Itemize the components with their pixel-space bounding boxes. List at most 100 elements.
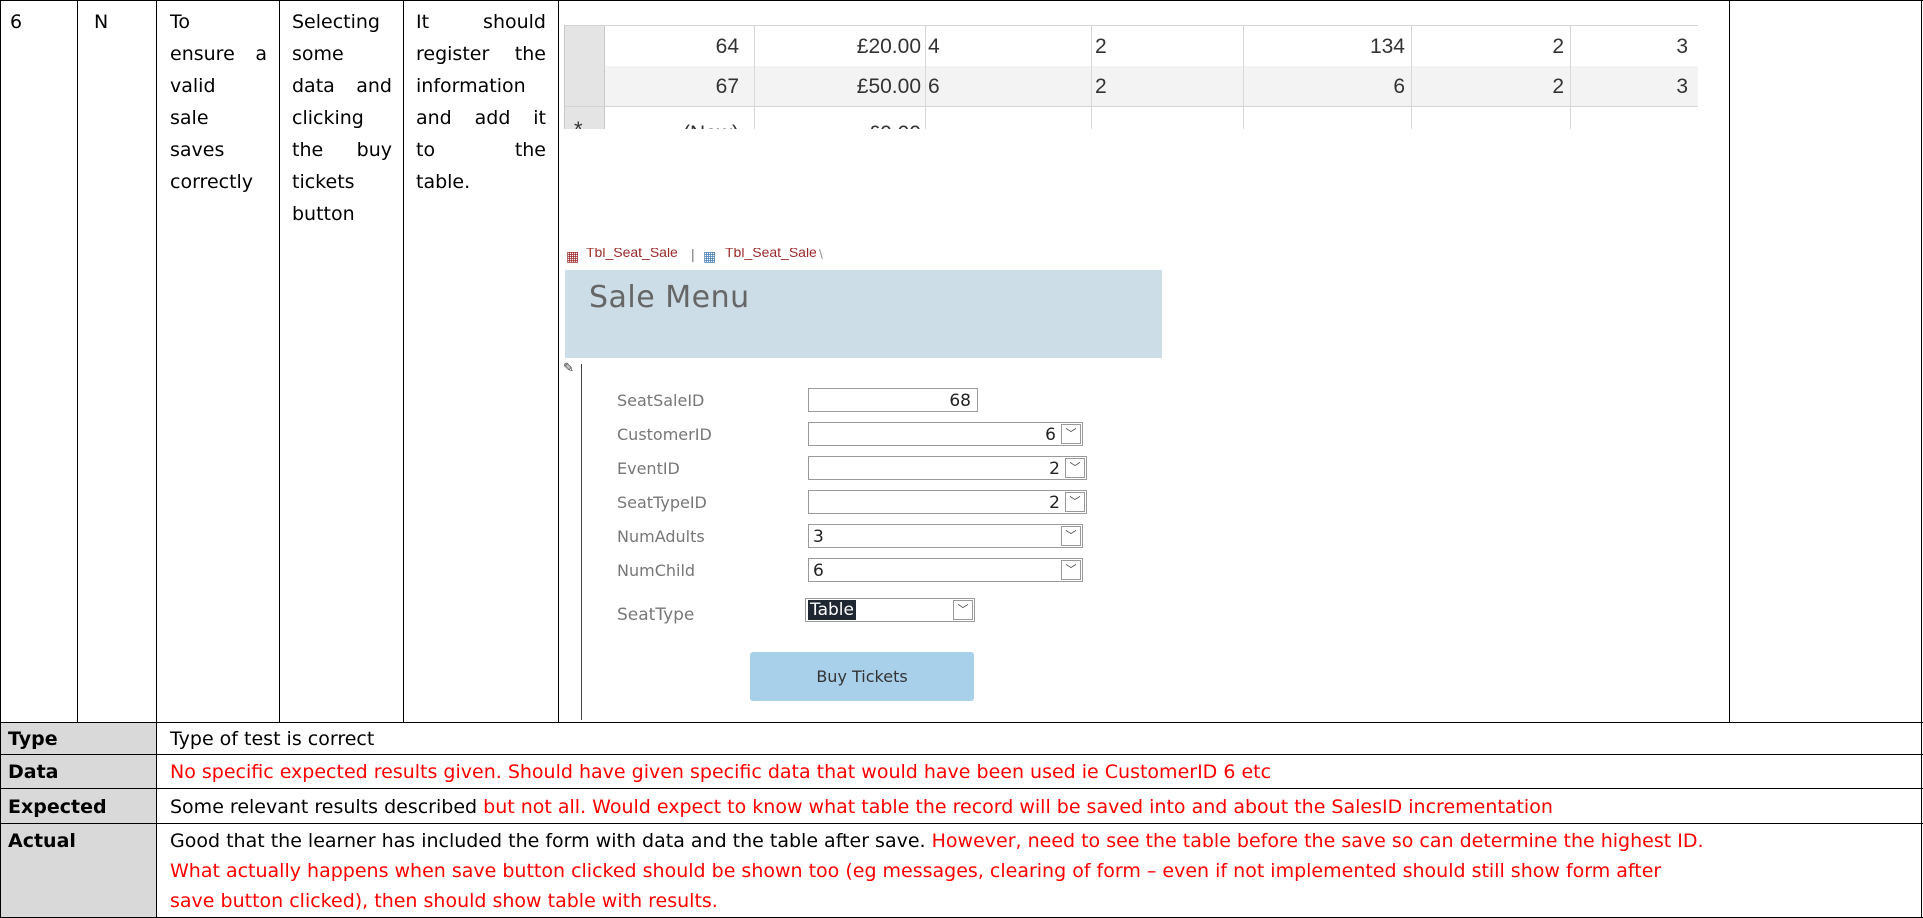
- col-sep: [558, 0, 559, 722]
- field-label: EventID: [617, 459, 680, 478]
- grid-cell: 2: [1095, 75, 1107, 98]
- chevron-down-icon[interactable]: ﹀: [1065, 492, 1085, 512]
- expected-line: table.: [416, 171, 471, 193]
- num-child-combo[interactable]: 6 ﹀: [808, 558, 1083, 582]
- event-id-combo[interactable]: 2 ﹀: [808, 456, 1087, 480]
- actual-text-line1: Good that the learner has included the f…: [170, 826, 1704, 856]
- tab-seat-sale-2[interactable]: Tbl_Seat_Sale: [725, 248, 817, 260]
- field-value: 3: [813, 527, 824, 547]
- col-sep: [279, 0, 280, 722]
- seat-type-id-combo[interactable]: 2 ﹀: [808, 490, 1087, 514]
- table-icon: ▦: [566, 248, 580, 264]
- action-line: the buy: [292, 139, 392, 161]
- grid-cell: 134: [1369, 35, 1405, 58]
- table-right-border: [1921, 0, 1922, 918]
- field-value: 6: [813, 561, 824, 581]
- customer-id-combo[interactable]: 6 ﹀: [808, 422, 1083, 446]
- object-tabs: ▦ Tbl_Seat_Sale | ▦ Tbl_Seat_Sale \: [564, 248, 1164, 270]
- field-label: NumAdults: [617, 527, 705, 546]
- grid-cell: 6: [928, 75, 940, 98]
- buy-tickets-button[interactable]: Buy Tickets: [750, 652, 974, 701]
- table-row: 67 £50.00 6 2 6 2 3: [564, 66, 1698, 107]
- chevron-down-icon[interactable]: ﹀: [1065, 458, 1085, 478]
- expected-label: Expected: [8, 796, 107, 818]
- chevron-down-icon[interactable]: ﹀: [1061, 560, 1081, 580]
- chevron-down-icon[interactable]: ﹀: [1061, 424, 1081, 444]
- purpose-line: correctly: [170, 171, 254, 193]
- purpose-line: To: [170, 11, 191, 33]
- grid-cell: £50.00: [856, 75, 921, 98]
- expected-text: Some relevant results described but not …: [170, 792, 1553, 822]
- row-sep: [0, 722, 1923, 723]
- purpose-line: valid: [170, 75, 216, 97]
- chevron-down-icon[interactable]: ﹀: [1061, 526, 1081, 546]
- seat-type-combo[interactable]: Table ﹀: [805, 598, 975, 622]
- action-line: button: [292, 203, 355, 225]
- type-text: Type of test is correct: [170, 728, 375, 750]
- field-label: SeatType: [617, 605, 695, 625]
- grid-cell: 2: [1552, 75, 1564, 98]
- table-icon: ▦: [703, 248, 717, 264]
- expected-line: to the: [416, 139, 546, 161]
- row-sep: [0, 754, 1923, 755]
- grid-cell: 3: [1676, 75, 1688, 98]
- grid-cell: 67: [715, 75, 739, 98]
- field-label: CustomerID: [617, 425, 712, 444]
- expected-line: and add it: [416, 107, 546, 129]
- num-adults-combo[interactable]: 3 ﹀: [808, 524, 1083, 548]
- table-row: 64 £20.00 4 2 134 2 3: [564, 25, 1698, 67]
- grid-cell: 4: [928, 35, 940, 58]
- grid-cell: 6: [1393, 75, 1405, 98]
- field-value: 68: [949, 391, 971, 411]
- col-sep: [1729, 0, 1730, 722]
- field-value: 2: [1049, 493, 1060, 513]
- expected-line: register the: [416, 43, 546, 65]
- tab-divider: |: [691, 248, 695, 262]
- form-record-selector-edge: [581, 364, 582, 720]
- form-header: Sale Menu: [565, 270, 1162, 358]
- chevron-down-icon[interactable]: ﹀: [953, 600, 973, 620]
- table-left-border: [0, 0, 1, 918]
- grid-cell: 2: [1552, 35, 1564, 58]
- field-label: NumChild: [617, 561, 696, 580]
- tab-seat-sale-1[interactable]: Tbl_Seat_Sale: [586, 248, 678, 260]
- purpose-line: ensure a: [170, 43, 267, 65]
- form-title: Sale Menu: [589, 280, 750, 315]
- actual-label: Actual: [8, 830, 76, 852]
- type-label: Type: [8, 728, 58, 750]
- action-line: data and: [292, 75, 392, 97]
- expected-text-red: but not all. Would expect to know what t…: [477, 796, 1553, 818]
- action-line: tickets: [292, 171, 355, 193]
- grid-cell: £20.00: [856, 35, 921, 58]
- test-table: 6 N To ensure a valid sale saves correct…: [0, 0, 1923, 918]
- data-label: Data: [8, 761, 59, 783]
- col-sep: [77, 0, 78, 722]
- field-value: 2: [1049, 459, 1060, 479]
- purpose-cell: To ensure a valid sale saves correctly: [170, 6, 267, 198]
- grid-cell: 64: [715, 35, 739, 58]
- col-sep: [403, 0, 404, 722]
- expected-line: It should: [416, 11, 546, 33]
- data-text: No specific expected results given. Shou…: [170, 761, 1272, 783]
- action-line: some: [292, 43, 344, 65]
- field-value-selected: Table: [808, 600, 856, 620]
- grid-cell: 3: [1676, 35, 1688, 58]
- seat-sale-id-field[interactable]: 68: [808, 388, 978, 412]
- purpose-line: sale: [170, 107, 209, 129]
- expected-line: information: [416, 75, 526, 97]
- tab-edge: \: [819, 248, 823, 262]
- expected-cell: It should register the information and a…: [416, 6, 546, 198]
- expected-text-black: Some relevant results described: [170, 796, 478, 818]
- datasheet-screenshot: 64 £20.00 4 2 134 2 3 67 £50.00 6 2 6 2 …: [564, 25, 1698, 129]
- actual-text-red: However, need to see the table before th…: [925, 830, 1704, 852]
- grid-cell: (New): [564, 113, 739, 129]
- test-number: 6: [10, 11, 23, 33]
- test-flag: N: [94, 11, 109, 33]
- col-sep: [156, 0, 157, 918]
- action-line: clicking: [292, 107, 364, 129]
- table-top-border: [0, 0, 1923, 1]
- field-label: SeatTypeID: [617, 493, 707, 512]
- grid-cell: £0.00: [754, 113, 921, 129]
- purpose-line: saves: [170, 139, 225, 161]
- actual-text-line2: What actually happens when save button c…: [170, 860, 1662, 882]
